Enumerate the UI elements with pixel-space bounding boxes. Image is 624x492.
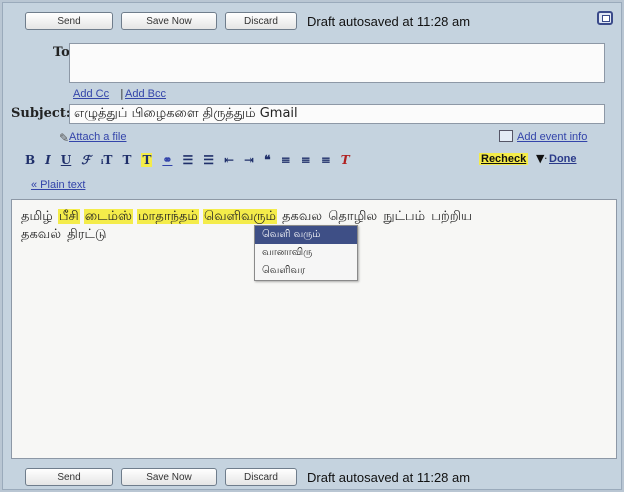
suggestion-item[interactable]: வானாவிரு xyxy=(255,244,357,262)
italic-button[interactable]: I xyxy=(45,153,51,167)
calendar-icon xyxy=(499,130,513,142)
font-icon[interactable]: ℱ xyxy=(81,153,90,167)
paperclip-icon: ✎ xyxy=(59,131,70,145)
separator-dot: · xyxy=(544,152,548,165)
send-button[interactable]: Send xyxy=(25,468,113,486)
underline-button[interactable]: U xyxy=(61,153,71,167)
numbered-list-icon[interactable]: ☰ xyxy=(182,153,193,167)
compose-window: Send Save Now Discard Draft autosaved at… xyxy=(2,2,622,490)
outdent-icon[interactable]: ⇤ xyxy=(224,153,234,167)
cc-bcc-separator: | xyxy=(120,87,124,100)
add-event-info-link[interactable]: Add event info xyxy=(517,131,587,143)
popout-icon[interactable] xyxy=(597,11,613,25)
discard-button[interactable]: Discard xyxy=(225,12,297,30)
indent-icon[interactable]: ⇥ xyxy=(244,153,254,167)
plain-text-link[interactable]: « Plain text xyxy=(31,179,85,191)
misspelled-word[interactable]: மாதாந்தம் xyxy=(137,209,199,224)
align-right-icon[interactable]: ≡ xyxy=(321,153,331,167)
draft-status: Draft autosaved at 11:28 am xyxy=(307,13,471,29)
align-center-icon[interactable]: ≡ xyxy=(301,153,311,167)
recheck-button[interactable]: Recheck xyxy=(479,153,529,165)
align-left-icon[interactable]: ≡ xyxy=(281,153,291,167)
body-word: தமிழ் xyxy=(21,209,53,224)
quote-icon[interactable]: ❝ xyxy=(264,153,270,167)
misspelled-word[interactable]: பீசி xyxy=(57,209,80,224)
remove-formatting-icon[interactable]: T xyxy=(341,153,350,167)
bold-button[interactable]: B xyxy=(25,153,35,167)
draft-status: Draft autosaved at 11:28 am xyxy=(307,469,471,485)
suggestion-item[interactable]: வெளி வரும் xyxy=(255,226,357,244)
to-field[interactable] xyxy=(69,43,605,83)
misspelled-word[interactable]: வெளிவரும் xyxy=(203,209,277,224)
body-word: திரட்டு xyxy=(67,227,107,242)
subject-field[interactable]: எழுத்துப் பிழைகளை திருத்தும் Gmail xyxy=(69,104,605,124)
body-word: தொழில xyxy=(328,209,378,224)
bottom-action-bar: Send Save Now Discard Draft autosaved at… xyxy=(3,463,623,491)
body-word: தகவல xyxy=(282,209,323,224)
misspelled-word[interactable]: டைம்ஸ் xyxy=(83,209,133,224)
spelling-suggestions-menu: வெளி வரும் வானாவிரு வெளிவர xyxy=(254,225,358,281)
subject-label: Subject: xyxy=(11,106,71,121)
bulleted-list-icon[interactable]: ☰ xyxy=(203,153,214,167)
body-word: பற்றிய xyxy=(431,209,473,224)
text-color-icon[interactable]: T xyxy=(123,153,132,167)
save-now-button[interactable]: Save Now xyxy=(121,12,217,30)
top-action-bar: Send Save Now Discard Draft autosaved at… xyxy=(3,7,623,35)
save-now-button[interactable]: Save Now xyxy=(121,468,217,486)
add-bcc-link[interactable]: Add Bcc xyxy=(125,88,166,100)
suggestion-item[interactable]: வெளிவர xyxy=(255,262,357,280)
send-button[interactable]: Send xyxy=(25,12,113,30)
body-word: தகவல் xyxy=(21,227,62,242)
font-size-icon[interactable]: ᵢT xyxy=(101,153,113,167)
done-link[interactable]: Done xyxy=(549,153,577,165)
link-icon[interactable]: ⚭ xyxy=(162,153,172,167)
highlight-color-icon[interactable]: T xyxy=(141,153,153,167)
discard-button[interactable]: Discard xyxy=(225,468,297,486)
attach-file-link[interactable]: Attach a file xyxy=(69,131,126,143)
body-word: நுட்பம் xyxy=(383,209,426,224)
add-cc-link[interactable]: Add Cc xyxy=(73,88,109,100)
